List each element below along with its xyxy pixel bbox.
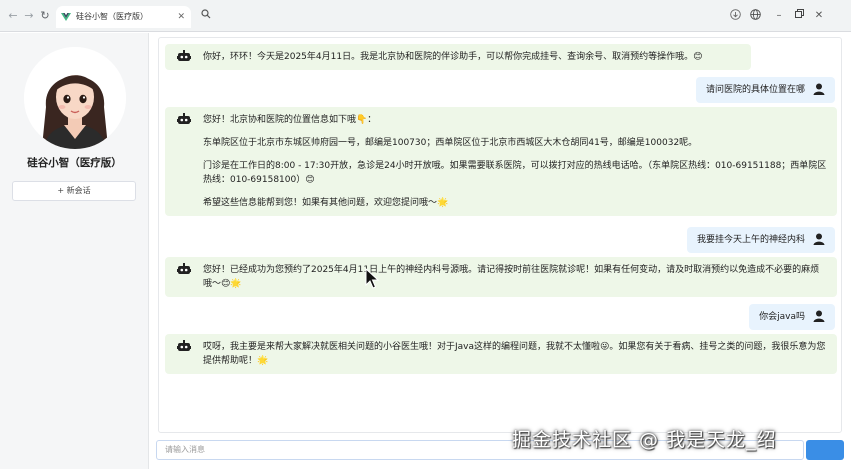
robot-icon (177, 340, 191, 351)
watermark: 掘金技术社区 @ 我是天龙_绍 (512, 429, 777, 451)
message-text: 请问医院的具体位置在哪 (705, 85, 805, 95)
message-text: 我要挂今天上午的神经内科 (696, 235, 805, 245)
search-icon[interactable] (201, 9, 211, 22)
bot-message: 您好！北京协和医院的位置信息如下哦👇： 东单院区位于北京市东城区帅府园一号，邮编… (165, 107, 837, 216)
user-icon (813, 83, 825, 95)
browser-tab[interactable]: 硅谷小智（医疗版） ✕ (56, 6, 191, 28)
avatar (24, 47, 126, 149)
browser-toolbar: ← → ↻ 硅谷小智（医疗版） ✕ – ✕ (0, 0, 851, 32)
reload-icon[interactable]: ↻ (38, 9, 52, 23)
user-icon (813, 310, 825, 322)
close-tab-icon[interactable]: ✕ (177, 6, 185, 28)
message-text: 东单院区位于北京市东城区帅府园一号，邮编是100730；西单院区位于北京市西城区… (203, 138, 698, 148)
mouse-cursor-icon (365, 268, 379, 289)
message-text: 希望这些信息能帮到您！如果有其他问题，欢迎您提问哦～🌟 (203, 198, 449, 208)
robot-icon (177, 50, 191, 61)
download-icon[interactable] (728, 9, 742, 25)
new-chat-button[interactable]: + 新会话 (12, 181, 136, 201)
forward-icon[interactable]: → (22, 9, 36, 23)
bot-message: 哎呀，我主要是来帮大家解决就医相关问题的小谷医生哦！对于Java这样的编程问题，… (165, 334, 837, 374)
user-message: 我要挂今天上午的神经内科 (686, 227, 835, 253)
restore-icon[interactable] (792, 9, 806, 23)
user-message: 你会java吗 (749, 304, 835, 330)
message-text: 您好！北京协和医院的位置信息如下哦👇： (203, 115, 377, 125)
sidebar: 硅谷小智（医疗版） + 新会话 (0, 33, 149, 469)
user-icon (813, 233, 825, 245)
message-text: 你好，环环！今天是2025年4月11日。我是北京协和医院的伴诊助手，可以帮你完成… (203, 52, 703, 62)
send-button[interactable] (806, 440, 844, 460)
assistant-name: 硅谷小智（医疗版） (27, 157, 122, 169)
robot-icon (177, 263, 191, 274)
back-icon[interactable]: ← (6, 9, 20, 23)
globe-icon[interactable] (748, 9, 762, 25)
message-text: 门诊是在工作日的8:00 - 17:30开放，急诊是24小时开放哦。如果需要联系… (203, 161, 827, 185)
message-text: 哎呀，我主要是来帮大家解决就医相关问题的小谷医生哦！对于Java这样的编程问题，… (203, 342, 826, 366)
user-message: 请问医院的具体位置在哪 (695, 77, 835, 103)
chat-area: 你好，环环！今天是2025年4月11日。我是北京协和医院的伴诊助手，可以帮你完成… (158, 37, 842, 433)
vue-logo-icon (61, 13, 71, 21)
minimize-icon[interactable]: – (772, 9, 786, 23)
message-text: 您好！已经成功为您预约了2025年4月11日上午的神经内科号源哦。请记得按时前往… (203, 265, 820, 289)
bot-message: 您好！已经成功为您预约了2025年4月11日上午的神经内科号源哦。请记得按时前往… (165, 257, 837, 297)
tab-title: 硅谷小智（医疗版） (76, 12, 148, 21)
bot-message: 你好，环环！今天是2025年4月11日。我是北京协和医院的伴诊助手，可以帮你完成… (165, 44, 751, 70)
message-text: 你会java吗 (759, 312, 805, 322)
close-window-icon[interactable]: ✕ (812, 9, 826, 23)
robot-icon (177, 113, 191, 124)
